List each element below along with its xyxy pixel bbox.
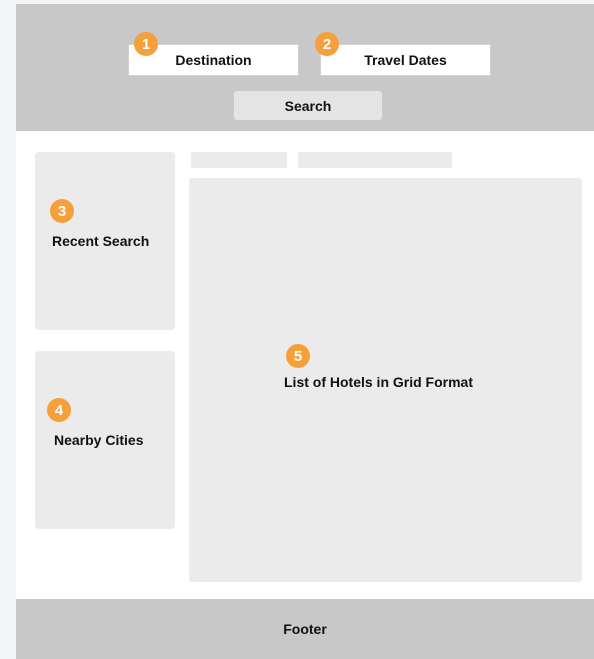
footer-label: Footer xyxy=(283,621,327,637)
nearby-cities-label: Nearby Cities xyxy=(54,432,144,448)
destination-label: Destination xyxy=(175,52,252,68)
travel-dates-label: Travel Dates xyxy=(364,52,447,68)
badge-4: 4 xyxy=(47,398,71,422)
tab-placeholder-2[interactable] xyxy=(298,152,452,168)
tab-placeholder-1[interactable] xyxy=(191,152,287,168)
badge-2: 2 xyxy=(315,32,339,56)
footer: Footer xyxy=(16,599,594,659)
recent-search-label: Recent Search xyxy=(52,233,150,249)
header: Destination 1 Travel Dates 2 Search xyxy=(16,4,594,131)
wireframe-page: Destination 1 Travel Dates 2 Search 3 Re… xyxy=(16,4,594,659)
badge-3: 3 xyxy=(50,199,74,223)
hotel-grid-label: List of Hotels in Grid Format xyxy=(284,374,474,390)
badge-5: 5 xyxy=(286,344,310,368)
travel-dates-field[interactable]: Travel Dates xyxy=(320,44,491,76)
search-button[interactable]: Search xyxy=(234,91,382,120)
badge-1: 1 xyxy=(134,32,158,56)
